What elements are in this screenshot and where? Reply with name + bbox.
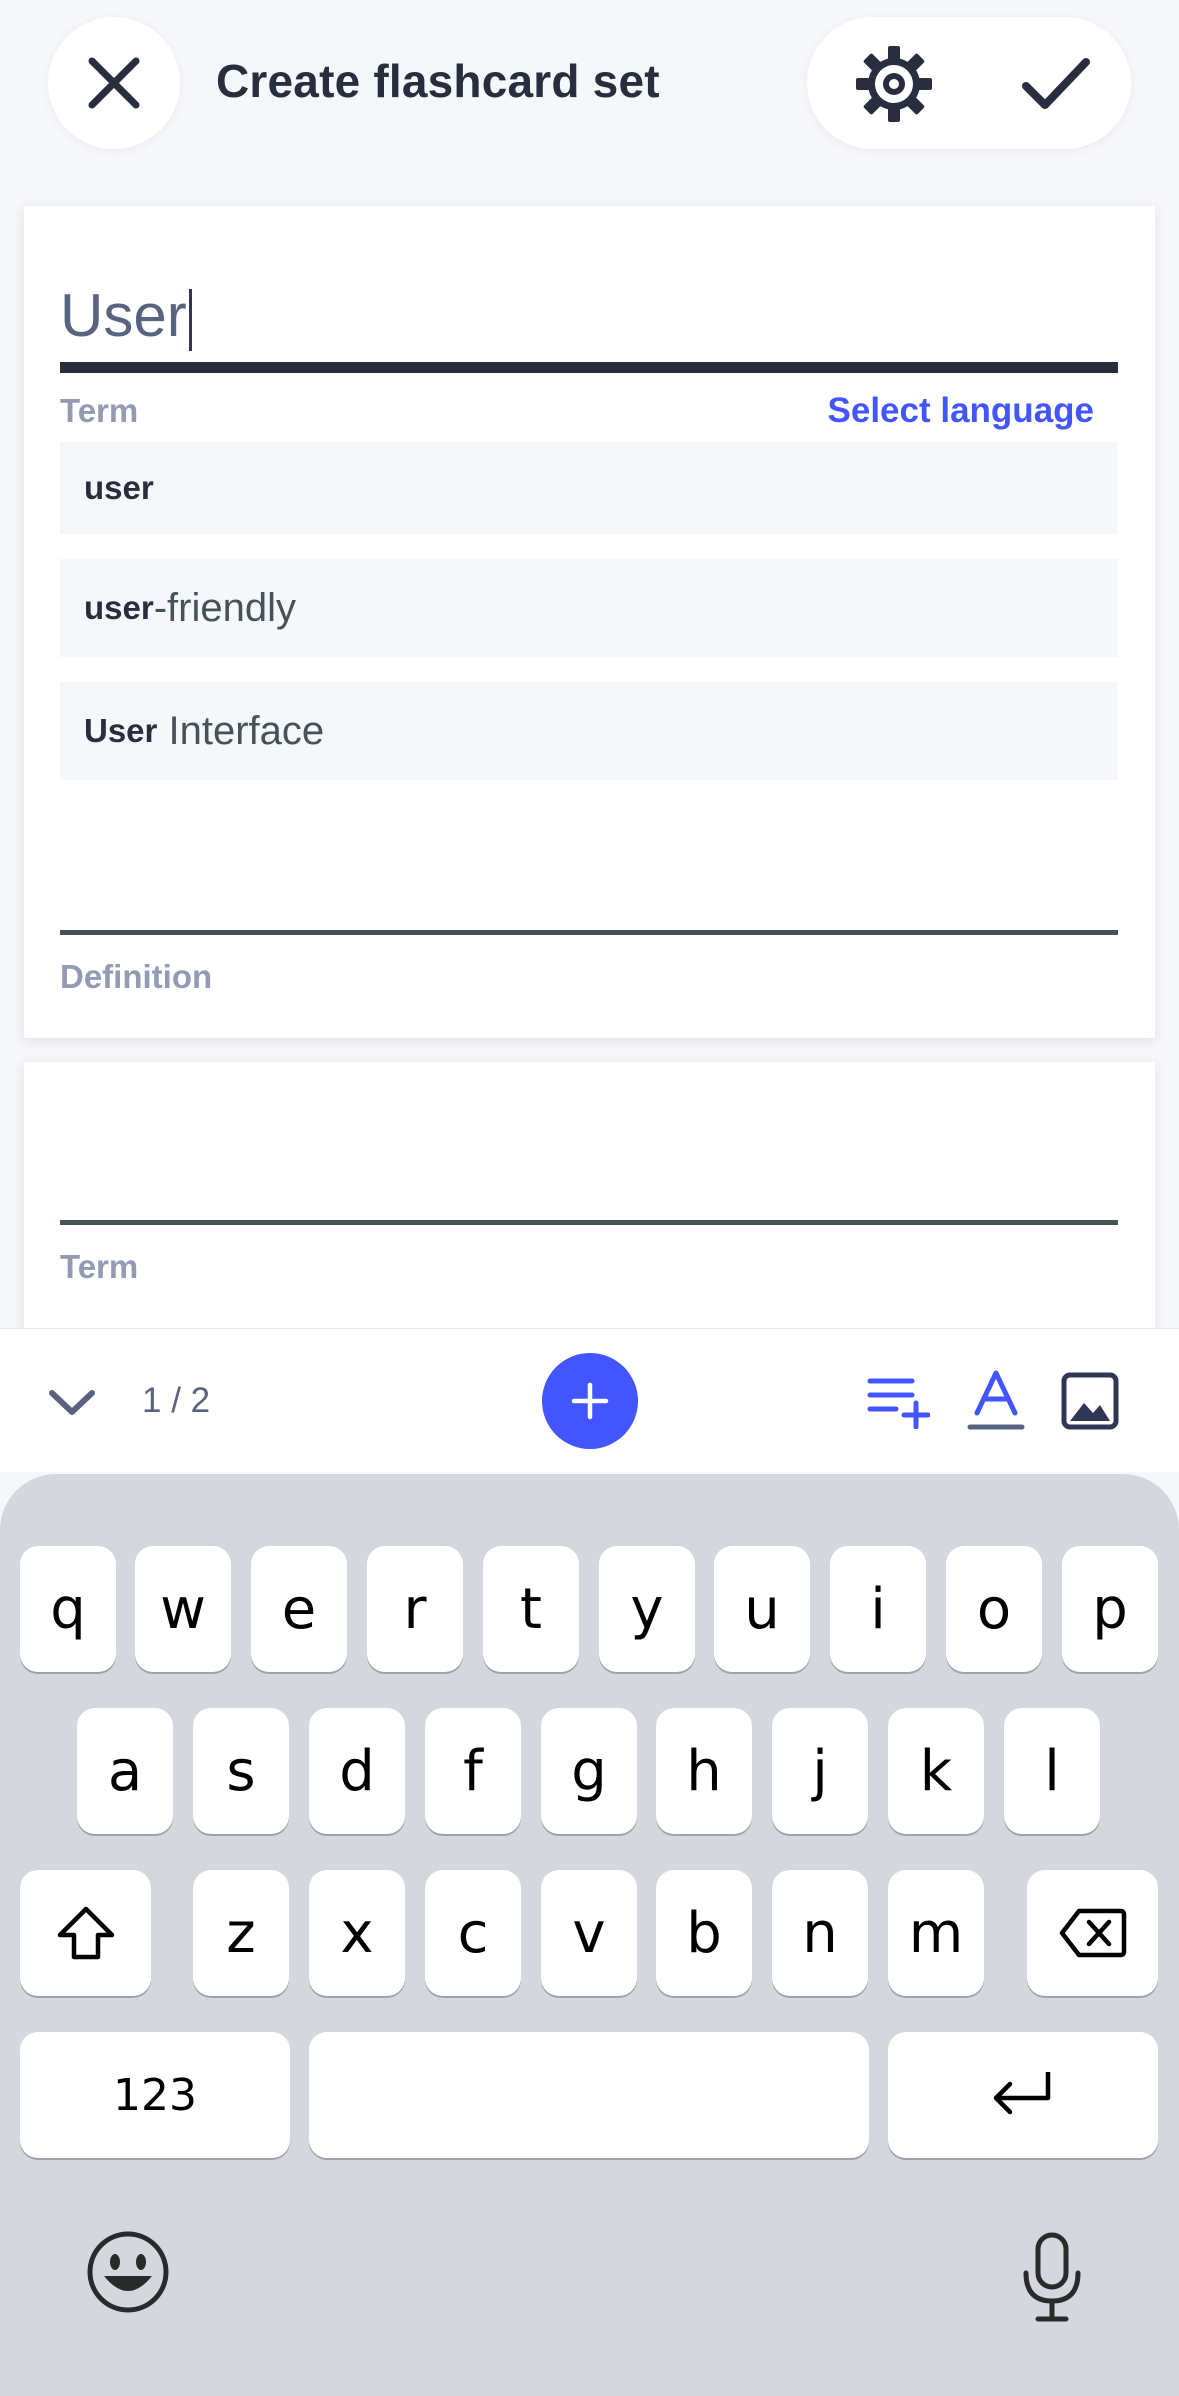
suggestion-item[interactable]: User Interface <box>60 682 1118 780</box>
suggestion-match: User <box>84 712 158 749</box>
shift-icon <box>57 1906 114 1960</box>
insert-card-below-button[interactable] <box>862 1365 934 1437</box>
term-input-value: User <box>60 282 187 349</box>
numbers-key[interactable]: 123 <box>20 2032 290 2158</box>
definition-input[interactable] <box>60 806 1118 936</box>
suggestion-item[interactable]: user -friendly <box>60 559 1118 657</box>
key-a[interactable]: a <box>77 1708 173 1834</box>
key-i[interactable]: i <box>830 1546 926 1672</box>
text-format-button[interactable] <box>960 1365 1032 1437</box>
top-bar: Create flashcard set <box>0 0 1179 170</box>
checkmark-icon <box>1022 58 1090 109</box>
on-screen-keyboard: q w e r t y u i o p a s d f g h j k l z … <box>0 1474 1179 2396</box>
gear-icon <box>856 46 932 122</box>
settings-button[interactable] <box>849 39 939 129</box>
key-g[interactable]: g <box>541 1708 637 1834</box>
term-label: Term <box>60 392 139 429</box>
key-y[interactable]: y <box>599 1546 695 1672</box>
collapse-button[interactable] <box>40 1371 104 1435</box>
key-o[interactable]: o <box>946 1546 1042 1672</box>
suggestion-rest: Interface <box>157 708 325 753</box>
suggestion-item[interactable]: user <box>60 442 1118 534</box>
text-format-icon <box>967 1370 1025 1430</box>
suggestion-rest: -friendly <box>153 585 296 630</box>
header-actions <box>807 17 1131 149</box>
done-button[interactable] <box>1011 39 1101 129</box>
insert-below-icon <box>867 1378 930 1429</box>
add-image-button[interactable] <box>1054 1365 1126 1437</box>
key-c[interactable]: c <box>425 1870 521 1996</box>
key-n[interactable]: n <box>772 1870 868 1996</box>
page-title: Create flashcard set <box>216 55 660 107</box>
key-b[interactable]: b <box>656 1870 752 1996</box>
chevron-down-icon <box>49 1390 95 1415</box>
close-icon <box>88 57 140 109</box>
key-q[interactable]: q <box>20 1546 116 1672</box>
shift-key[interactable] <box>20 1870 151 1996</box>
key-j[interactable]: j <box>772 1708 868 1834</box>
key-e[interactable]: e <box>251 1546 347 1672</box>
key-x[interactable]: x <box>309 1870 405 1996</box>
key-p[interactable]: p <box>1062 1546 1158 1672</box>
dictation-button[interactable] <box>1008 2228 1096 2328</box>
key-s[interactable]: s <box>193 1708 289 1834</box>
key-h[interactable]: h <box>656 1708 752 1834</box>
suggestion-match: user <box>84 469 154 506</box>
suggestion-match: user <box>84 589 154 626</box>
term-label: Term <box>60 1248 139 1285</box>
return-key[interactable] <box>888 2032 1158 2158</box>
term-input[interactable] <box>60 1102 1118 1232</box>
space-key[interactable] <box>309 2032 869 2158</box>
key-t[interactable]: t <box>483 1546 579 1672</box>
term-underline <box>60 362 1118 373</box>
key-f[interactable]: f <box>425 1708 521 1834</box>
key-z[interactable]: z <box>193 1870 289 1996</box>
key-m[interactable]: m <box>888 1870 984 1996</box>
key-r[interactable]: r <box>367 1546 463 1672</box>
add-card-button[interactable] <box>542 1353 638 1449</box>
definition-label: Definition <box>60 958 213 995</box>
key-u[interactable]: u <box>714 1546 810 1672</box>
flashcard-1: User Term Select language user user -frie… <box>24 206 1155 1038</box>
key-v[interactable]: v <box>541 1870 637 1996</box>
term-input[interactable]: User <box>60 266 1118 366</box>
image-icon <box>1061 1372 1119 1430</box>
key-w[interactable]: w <box>135 1546 231 1672</box>
emoji-button[interactable] <box>84 2228 172 2316</box>
key-l[interactable]: l <box>1004 1708 1100 1834</box>
card-counter: 1 / 2 <box>142 1381 211 1420</box>
backspace-icon <box>1059 1908 1126 1958</box>
definition-underline <box>60 930 1118 935</box>
key-d[interactable]: d <box>309 1708 405 1834</box>
select-language-link[interactable]: Select language <box>828 391 1094 431</box>
emoji-icon <box>87 2231 169 2313</box>
return-icon <box>993 2072 1051 2115</box>
backspace-key[interactable] <box>1027 1870 1158 1996</box>
editing-toolbar: 1 / 2 <box>0 1328 1179 1472</box>
close-button[interactable] <box>48 17 180 149</box>
key-k[interactable]: k <box>888 1708 984 1834</box>
text-caret <box>188 289 192 352</box>
term-underline <box>60 1220 1118 1225</box>
plus-icon <box>571 1382 609 1420</box>
flashcard-2: Term <box>24 1062 1155 1362</box>
microphone-icon <box>1023 2232 1081 2322</box>
